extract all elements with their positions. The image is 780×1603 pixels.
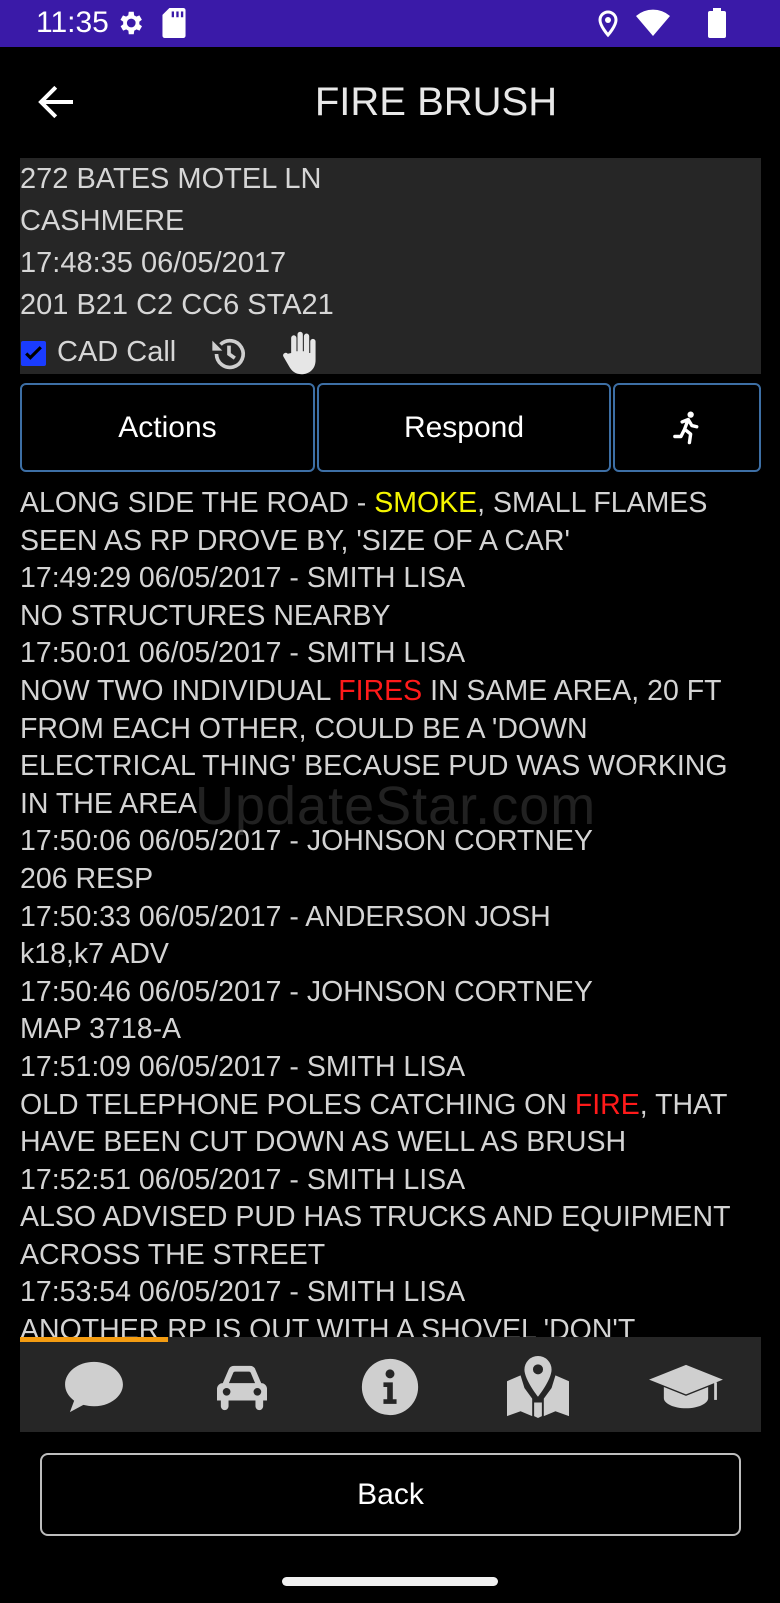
cad-call-checkbox[interactable]	[21, 341, 46, 366]
narrative-text: IN SAME AREA, 20 FT	[422, 674, 722, 707]
narrative-text: 17:51:09 06/05/2017 - SMITH LISA	[20, 1050, 466, 1083]
incident-units: 201 B21 C2 CC6 STA21	[20, 289, 334, 321]
narrative-text: 17:52:51 06/05/2017 - SMITH LISA	[20, 1163, 466, 1196]
narrative-text: NO STRUCTURES NEARBY	[20, 599, 391, 632]
narrative-text: 17:50:06 06/05/2017 - JOHNSON CORTNEY	[20, 825, 593, 858]
narrative-text: ACROSS THE STREET	[20, 1238, 326, 1271]
narrative-line: ACROSS THE STREET	[20, 1237, 765, 1275]
tab-selected-indicator	[20, 1337, 168, 1342]
tab-chat[interactable]	[20, 1349, 168, 1425]
narrative-line: FROM EACH OTHER, COULD BE A 'DOWN	[20, 711, 765, 749]
narrative-line: ALONG SIDE THE ROAD - SMOKE, SMALL FLAME…	[20, 485, 765, 523]
narrative-line: 206 RESP	[20, 861, 765, 899]
narrative-text: , SMALL FLAMES	[477, 487, 708, 519]
narrative-line: IN THE AREA	[20, 786, 765, 824]
respond-button[interactable]: Respond	[317, 383, 611, 472]
narrative-text: SEEN AS RP DROVE BY, 'SIZE OF A CAR'	[20, 524, 570, 557]
narrative-line: ALSO ADVISED PUD HAS TRUCKS AND EQUIPMEN…	[20, 1199, 765, 1237]
narrative-text: HAVE BEEN CUT DOWN AS WELL AS BRUSH	[20, 1126, 627, 1159]
narrative-text: ELECTRICAL THING' BECAUSE PUD WAS WORKIN…	[20, 750, 728, 783]
narrative-line: 17:50:06 06/05/2017 - JOHNSON CORTNEY	[20, 823, 765, 861]
incident-address: 272 BATES MOTEL LN	[20, 163, 322, 195]
narrative-line: 17:50:46 06/05/2017 - JOHNSON CORTNEY	[20, 974, 765, 1012]
narrative-text: 17:50:33 06/05/2017 - ANDERSON JOSH	[20, 900, 551, 933]
tab-vehicles[interactable]	[168, 1349, 316, 1425]
battery-icon	[708, 8, 726, 38]
narrative-text: 17:50:46 06/05/2017 - JOHNSON CORTNEY	[20, 975, 593, 1008]
narrative-text: 17:49:29 06/05/2017 - SMITH LISA	[20, 562, 466, 595]
narrative-keyword-highlight: FIRES	[338, 674, 423, 707]
narrative-text: ANOTHER RP IS OUT WITH A SHOVEL 'DON'T	[20, 1314, 636, 1337]
narrative-text: FROM EACH OTHER, COULD BE A 'DOWN	[20, 712, 588, 745]
narrative-line: SEEN AS RP DROVE BY, 'SIZE OF A CAR'	[20, 523, 765, 561]
respond-button-label: Respond	[403, 410, 525, 444]
narrative-keyword-highlight: SMOKE	[374, 487, 478, 519]
narrative-text: 17:53:54 06/05/2017 - SMITH LISA	[20, 1276, 466, 1309]
actions-button[interactable]: Actions	[20, 383, 315, 472]
tab-training[interactable]	[612, 1349, 760, 1425]
narrative-line: OLD TELEPHONE POLES CATCHING ON FIRE, TH…	[20, 1087, 765, 1125]
call-narrative-log[interactable]: ALONG SIDE THE ROAD - SMOKE, SMALL FLAME…	[20, 485, 765, 1337]
narrative-text: 206 RESP	[20, 862, 154, 895]
incident-city: CASHMERE	[20, 205, 185, 237]
checkmark-icon	[25, 346, 42, 360]
home-indicator[interactable]	[282, 1577, 498, 1586]
running-person-button[interactable]	[613, 383, 761, 472]
sd-card-icon	[162, 8, 186, 38]
narrative-line: 17:52:51 06/05/2017 - SMITH LISA	[20, 1162, 765, 1200]
settings-gear-icon	[120, 11, 142, 35]
cad-call-row: CAD Call	[20, 331, 420, 375]
narrative-text: k18,k7 ADV	[20, 938, 169, 971]
narrative-text: ALONG SIDE THE ROAD -	[20, 487, 375, 519]
status-bar: 11:35	[0, 0, 780, 47]
narrative-line: ANOTHER RP IS OUT WITH A SHOVEL 'DON'T	[20, 1312, 765, 1337]
narrative-line: k18,k7 ADV	[20, 936, 765, 974]
running-person-icon	[673, 410, 699, 444]
bottom-tab-bar	[20, 1337, 761, 1432]
tab-info[interactable]	[316, 1349, 464, 1425]
status-time: 11:35	[36, 6, 109, 39]
graduation-cap-icon	[649, 1364, 723, 1409]
narrative-line: MAP 3718-A	[20, 1011, 765, 1049]
car-icon	[217, 1365, 267, 1411]
narrative-line: 17:53:54 06/05/2017 - SMITH LISA	[20, 1274, 765, 1312]
location-pin-icon	[598, 10, 618, 38]
narrative-line: 17:49:29 06/05/2017 - SMITH LISA	[20, 560, 765, 598]
history-icon[interactable]	[208, 334, 250, 374]
hand-stop-icon[interactable]	[278, 330, 322, 376]
back-button[interactable]: Back	[40, 1453, 741, 1536]
incident-info-panel: 272 BATES MOTEL LN CASHMERE 17:48:35 06/…	[20, 158, 761, 375]
narrative-line: 17:50:33 06/05/2017 - ANDERSON JOSH	[20, 899, 765, 937]
narrative-line: NO STRUCTURES NEARBY	[20, 598, 765, 636]
back-button-label: Back	[357, 1477, 424, 1511]
narrative-line: NOW TWO INDIVIDUAL FIRES IN SAME AREA, 2…	[20, 673, 765, 711]
narrative-line: 17:50:01 06/05/2017 - SMITH LISA	[20, 635, 765, 673]
incident-datetime: 17:48:35 06/05/2017	[20, 247, 287, 279]
chat-icon	[65, 1361, 123, 1413]
info-icon	[361, 1358, 419, 1416]
narrative-line: HAVE BEEN CUT DOWN AS WELL AS BRUSH	[20, 1124, 765, 1162]
narrative-text: IN THE AREA	[20, 787, 197, 820]
narrative-text: NOW TWO INDIVIDUAL	[20, 674, 339, 707]
narrative-text: , THAT	[639, 1088, 728, 1121]
narrative-line: 17:51:09 06/05/2017 - SMITH LISA	[20, 1049, 765, 1087]
actions-button-label: Actions	[118, 410, 217, 444]
tab-map[interactable]	[464, 1349, 612, 1425]
narrative-keyword-highlight: FIRE	[574, 1088, 640, 1121]
narrative-text: OLD TELEPHONE POLES CATCHING ON	[20, 1088, 575, 1121]
narrative-text: 17:50:01 06/05/2017 - SMITH LISA	[20, 637, 466, 670]
map-pin-icon	[507, 1356, 569, 1418]
narrative-text: MAP 3718-A	[20, 1013, 182, 1046]
page-title: FIRE BRUSH	[314, 80, 558, 124]
narrative-text: ALSO ADVISED PUD HAS TRUCKS AND EQUIPMEN…	[20, 1201, 731, 1234]
wifi-icon	[636, 9, 670, 36]
cad-call-label: CAD Call	[57, 336, 177, 368]
narrative-line: ELECTRICAL THING' BECAUSE PUD WAS WORKIN…	[20, 748, 765, 786]
